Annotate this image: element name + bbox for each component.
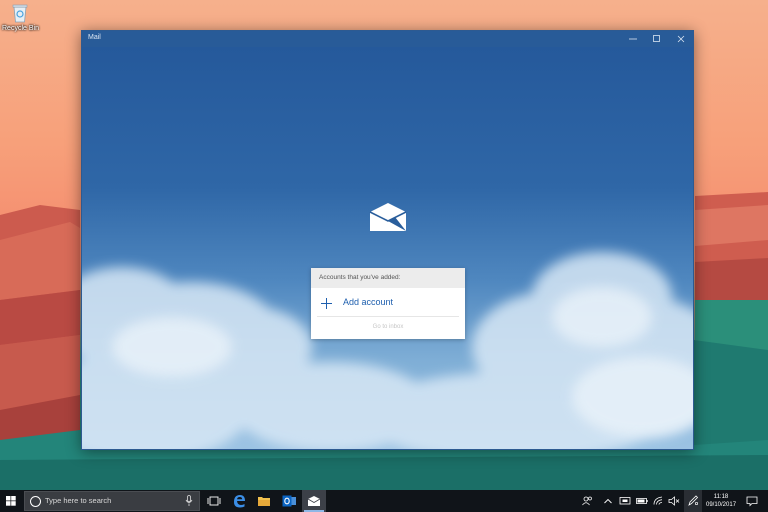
- mail-taskbar-button[interactable]: [302, 490, 326, 512]
- task-view-icon: [207, 496, 221, 506]
- mail-window: Mail Accounts that you've added: Add acc…: [81, 30, 694, 450]
- close-button[interactable]: [669, 31, 693, 47]
- recycle-bin-desktop-icon[interactable]: Recycle Bin: [2, 2, 39, 32]
- notification-icon: [746, 496, 758, 507]
- windows-ink-button[interactable]: [684, 490, 702, 512]
- file-explorer-taskbar-button[interactable]: [252, 490, 276, 512]
- taskbar: Type here to search 11:18 09/10/2017: [0, 490, 768, 512]
- go-to-inbox-button[interactable]: Go to inbox: [311, 317, 465, 338]
- file-explorer-icon: [258, 497, 270, 506]
- search-placeholder: Type here to search: [45, 496, 112, 505]
- show-hidden-icons-button[interactable]: [601, 490, 615, 512]
- add-account-button[interactable]: Add account: [311, 288, 465, 316]
- battery-icon: [636, 498, 648, 504]
- wifi-icon: [653, 496, 663, 505]
- task-view-button[interactable]: [202, 490, 226, 512]
- start-button[interactable]: [0, 490, 22, 512]
- plus-icon: [321, 288, 332, 316]
- taskbar-clock[interactable]: 11:18 09/10/2017: [706, 493, 736, 509]
- network-button[interactable]: [651, 490, 665, 512]
- clock-date: 09/10/2017: [706, 502, 737, 508]
- maximize-icon: [653, 35, 660, 42]
- edge-icon: [234, 495, 245, 508]
- action-center-button[interactable]: [744, 490, 760, 512]
- pen-icon: [688, 495, 699, 506]
- battery-button[interactable]: [635, 490, 649, 512]
- clock-time: 11:18: [713, 494, 729, 500]
- volume-button[interactable]: [667, 490, 681, 512]
- mail-welcome-screen: Accounts that you've added: Add account …: [82, 47, 693, 449]
- mail-envelope-icon: [369, 203, 407, 231]
- edge-taskbar-button[interactable]: [227, 490, 251, 512]
- people-icon: [582, 496, 592, 506]
- add-account-label: Add account: [343, 297, 394, 307]
- volume-icon: [668, 496, 680, 506]
- display-icon: [619, 497, 631, 505]
- chevron-up-icon: [604, 498, 612, 504]
- display-button[interactable]: [618, 490, 632, 512]
- desktop: Recycle Bin Mail Accounts that you've ad…: [0, 0, 768, 512]
- close-icon: [677, 35, 685, 43]
- minimize-button[interactable]: [621, 31, 645, 47]
- accounts-panel: Accounts that you've added: Add account …: [311, 268, 465, 339]
- taskbar-search-box[interactable]: Type here to search: [24, 491, 200, 511]
- outlook-icon: [282, 495, 296, 507]
- sky-clouds-background: [82, 252, 693, 449]
- maximize-button[interactable]: [645, 31, 669, 47]
- recycle-bin-label: Recycle Bin: [2, 25, 39, 32]
- window-title: Mail: [88, 34, 101, 41]
- title-bar[interactable]: Mail: [82, 31, 693, 47]
- outlook-taskbar-button[interactable]: [277, 490, 301, 512]
- accounts-header: Accounts that you've added:: [311, 268, 465, 288]
- people-button[interactable]: [580, 490, 594, 512]
- mail-icon: [307, 496, 321, 506]
- minimize-icon: [629, 38, 637, 40]
- recycle-bin-icon: [11, 2, 29, 24]
- windows-logo-icon: [6, 496, 16, 506]
- cortana-icon: [30, 496, 41, 507]
- microphone-icon[interactable]: [185, 495, 193, 507]
